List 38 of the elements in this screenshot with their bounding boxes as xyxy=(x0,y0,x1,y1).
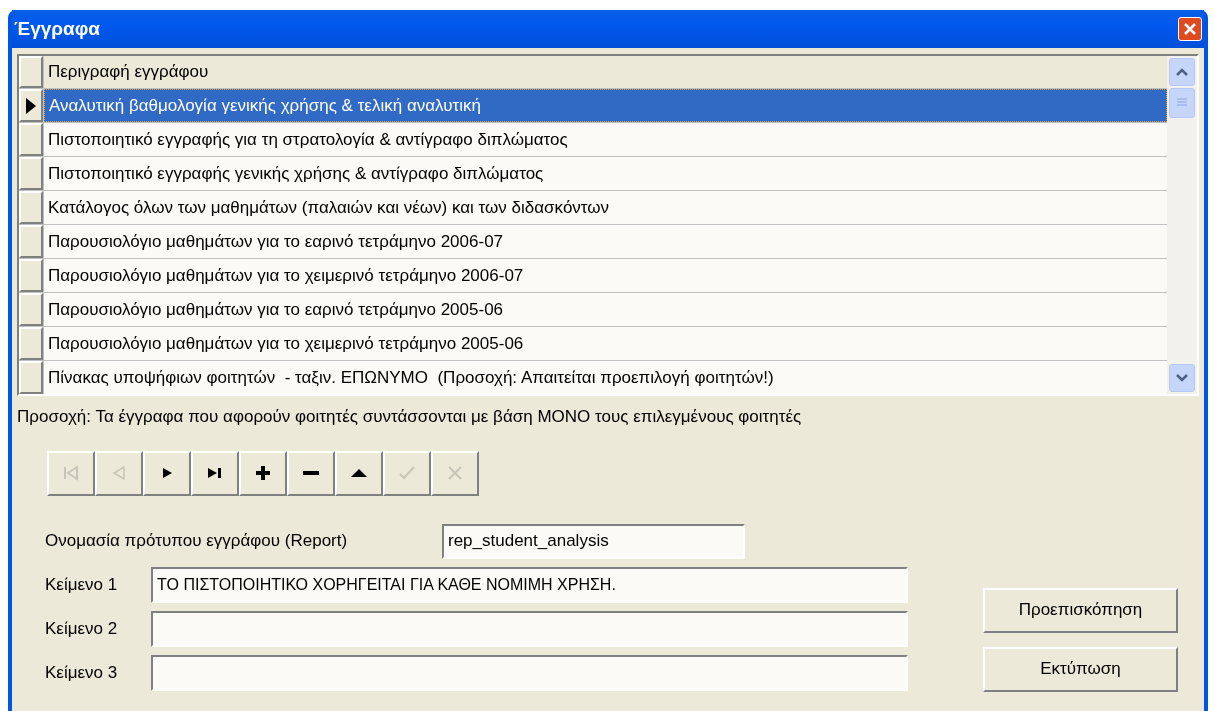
column-header[interactable]: Περιγραφή εγγράφου xyxy=(44,56,1167,88)
table-cell[interactable]: Κατάλογος όλων των μαθημάτων (παλαιών και νέων) και των διδασκόντων xyxy=(44,191,1167,224)
navigator-button[interactable] xyxy=(287,450,335,496)
text-field[interactable] xyxy=(151,610,908,647)
window-title: Έγγραφα xyxy=(14,16,101,41)
scroll-thumb-icon[interactable] xyxy=(1176,98,1188,108)
notice-text: Προσοχή: Τα έγγραφα που αφορούν φοιτητές συντάσσονται με βάση ΜΟΝΟ τους επιλεγμένους φοιτητές xyxy=(17,406,803,428)
table-cell[interactable]: Παρουσιολόγιο μαθημάτων για το χειμερινό τετράμηνο 2005-06 xyxy=(44,327,1167,360)
minus-icon xyxy=(303,471,319,475)
field-label: Κείμενο 2 xyxy=(45,617,119,640)
navigator-button[interactable] xyxy=(239,450,287,496)
action-button[interactable]: Εκτύπωση xyxy=(983,646,1178,692)
navigator-button[interactable] xyxy=(191,450,239,496)
field-label: Κείμενο 1 xyxy=(45,573,119,596)
first-record-icon xyxy=(61,463,81,483)
close-button[interactable] xyxy=(1178,17,1202,41)
table-cell[interactable]: Πιστοποιητικό εγγραφής για τη στρατολογία & αντίγραφο διπλώματος xyxy=(44,123,1167,156)
navigator-button[interactable] xyxy=(335,450,383,496)
scroll-down-icon[interactable] xyxy=(1175,373,1189,383)
table-cell[interactable]: Παρουσιολόγιο μαθημάτων για το εαρινό τετράμηνο 2005-06 xyxy=(44,293,1167,326)
report-name-field[interactable]: rep_student_analysis xyxy=(442,523,745,559)
close-icon xyxy=(1183,22,1197,36)
plus-icon xyxy=(253,463,273,483)
table-cell[interactable]: Παρουσιολόγιο μαθημάτων για το εαρινό τετράμηνο 2006-07 xyxy=(44,225,1167,258)
field-label: Ονομασία πρότυπου εγγράφου (Report) xyxy=(45,530,349,553)
table-cell[interactable]: Αναλυτική βαθμολογία γενικής χρήσης & τελική αναλυτική xyxy=(44,89,1167,122)
text-field[interactable]: ΤΟ ΠΙΣΤΟΠΟΙΗΤΙΚΟ ΧΟΡΗΓΕΙΤΑΙ ΓΙΑ ΚΑΘΕ ΝΟΜΙΜΗ ΧΡΗΣΗ. xyxy=(151,566,908,603)
scroll-up-icon[interactable] xyxy=(1175,67,1189,77)
action-button[interactable]: Προεπισκόπηση xyxy=(983,587,1178,633)
row-header xyxy=(19,56,43,88)
current-row-icon xyxy=(26,97,36,114)
table-cell[interactable]: Παρουσιολόγιο μαθημάτων για το χειμερινό τετράμηνο 2006-07 xyxy=(44,259,1167,292)
table-cell[interactable]: Πιστοποιητικό εγγραφής γενικής χρήσης & αντίγραφο διπλώματος xyxy=(44,157,1167,190)
field-label: Κείμενο 3 xyxy=(45,661,119,684)
table-cell[interactable]: Πίνακας υποψήφιων φοιτητών - ταξιν. ΕΠΩΝΥΜΟ (Προσοχή: Απαιτείται προεπιλογή φοιτητών!) xyxy=(44,361,1167,394)
scrollbar[interactable] xyxy=(1167,56,1197,394)
text-field[interactable] xyxy=(151,654,908,691)
row-selector[interactable] xyxy=(19,89,43,122)
